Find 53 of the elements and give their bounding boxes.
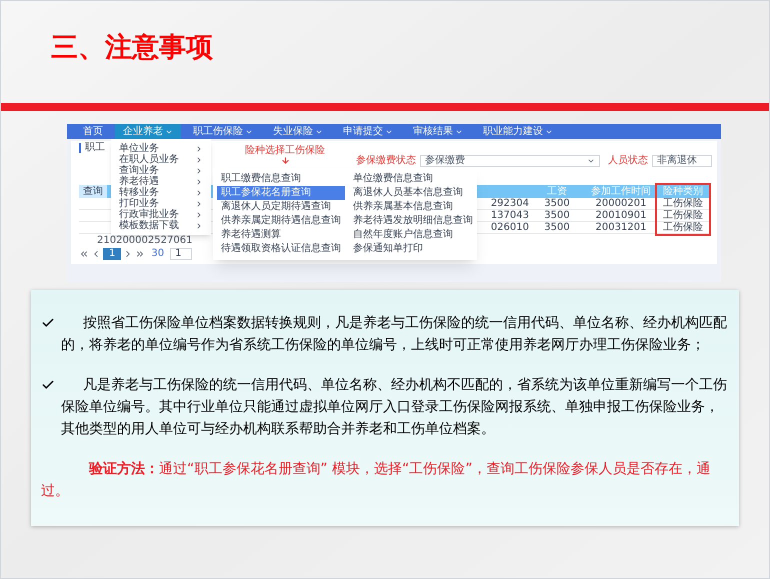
menu-item[interactable]: 行政审批业务 (111, 209, 211, 220)
nav-tab[interactable]: 职工伤保险 (185, 124, 261, 139)
table-cell: 3500 (529, 210, 585, 222)
table-cell: 工伤保险 (657, 222, 709, 234)
filter-label: 参保缴费状态 (356, 156, 416, 166)
menu-item[interactable]: 转移业务 (111, 187, 211, 198)
annotation-text: 险种选择工伤保险 (245, 146, 325, 156)
nav-tab[interactable]: 失业保险 (265, 124, 331, 139)
submenu-item[interactable]: 单位缴费信息查询 (349, 172, 477, 186)
table-header-cell: 险种类别 (657, 185, 709, 198)
menu-item[interactable]: 养老待遇 (111, 176, 211, 187)
filter-label: 人员状态 (608, 156, 648, 166)
menu-item[interactable]: 打印业务 (111, 198, 211, 209)
menu-item[interactable]: 在职人员业务 (111, 154, 211, 165)
page-input[interactable]: 1 (170, 248, 192, 260)
menu-item[interactable]: 查询业务 (111, 165, 211, 176)
submenu-item[interactable]: 参保通知单打印 (349, 242, 477, 256)
table-cell: 20010901 (585, 210, 657, 222)
submenu-item[interactable]: 职工缴费信息查询 (217, 172, 345, 186)
note-text: 凡是养老与工伤保险的统一信用代码、单位名称、经办机构不匹配的，省系统为该单位重新编写一个工伤保险单位编号。其中行业单位只能通过虚拟单位网厅入口登录工伤保险网报系统、单独申报工伤保险业务，其他类型的用人单位可与经办机构联系帮助合并养老和工伤单位档案。 (61, 376, 728, 439)
submenu-item[interactable]: 待遇领取资格认证信息查询 (217, 242, 345, 256)
last-page-icon[interactable] (135, 249, 146, 259)
table-cell: 3500 (529, 198, 585, 210)
table-header-cell: 工资 (529, 185, 585, 198)
nav-tab[interactable]: 首页 (75, 124, 111, 139)
verify-text: 验证方法：通过“职工参保花名册查询” 模块，选择“工伤保险”，查询工伤保险参保人员是否存在，通过。 (41, 460, 712, 501)
first-page-icon[interactable] (79, 249, 89, 259)
table-header-cell: 参加工作时间 (585, 185, 657, 198)
table-cell: 20031201 (585, 222, 657, 234)
table-cell: 工伤保险 (657, 210, 709, 222)
nav-tab[interactable]: 申请提交 (335, 124, 401, 139)
table-cell: 工伤保险 (657, 198, 709, 210)
nav-tab[interactable]: 职业能力建设 (475, 124, 561, 139)
tab-label[interactable]: 查询 (79, 185, 107, 198)
table-cell: 3500 (529, 222, 585, 234)
note-text: 按照省工伤保险单位档案数据转换规则，凡是养老与工伤保险的统一信用代码、单位名称、经办机构匹配的，将养老的单位编号作为省系统工伤保险的单位编号，上线时可正常使用养老网厅办理工伤保险业务； (61, 314, 728, 355)
nav-tab[interactable]: 企业养老 (115, 124, 181, 139)
menu-item[interactable]: 单位业务 (111, 143, 211, 154)
nav-tab[interactable]: 审核结果 (405, 124, 471, 139)
page-title: 职工 (85, 143, 105, 153)
select-field[interactable]: 参保缴费 (420, 155, 600, 167)
page-button[interactable]: 1 (103, 248, 122, 260)
submenu-item[interactable]: 职工参保花名册查询 (217, 186, 345, 200)
title-marker (79, 143, 81, 153)
slide-title: 三、注意事项 (51, 30, 213, 65)
arrow-down-icon (280, 156, 290, 165)
page-size[interactable]: 30 (147, 249, 168, 259)
id-text: 210200002527061 (97, 236, 192, 246)
menu-item[interactable]: 模板数据下载 (111, 220, 211, 231)
submenu-item[interactable]: 离退休人员基本信息查询 (349, 186, 477, 200)
caret-icon (587, 157, 595, 165)
select-field[interactable]: 非离退休 (652, 155, 712, 167)
table-cell: 20000201 (585, 198, 657, 210)
